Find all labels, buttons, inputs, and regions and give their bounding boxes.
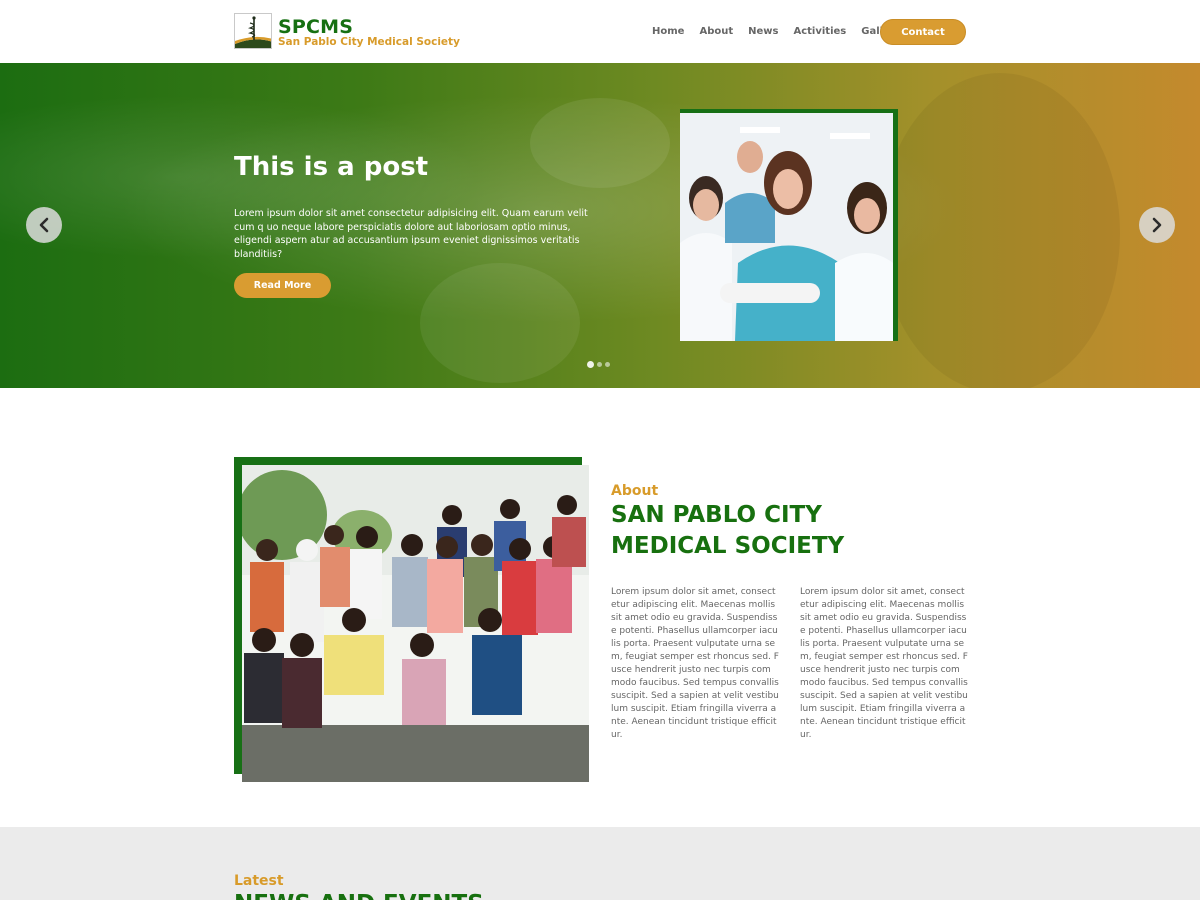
caduceus-logo-icon[interactable] [234, 13, 272, 49]
hero-title: This is a post [234, 152, 429, 182]
slider-prev-button[interactable] [26, 207, 62, 243]
chevron-left-icon [39, 217, 49, 233]
about-text-column-1: Lorem ipsum dolor sit amet, consectetur … [611, 587, 779, 740]
main-nav: Home About News Activities Gallery [652, 25, 916, 38]
about-text-column-2: Lorem ipsum dolor sit amet, consectetur … [800, 587, 968, 740]
slider-dot-3[interactable] [605, 362, 610, 367]
nav-activities[interactable]: Activities [793, 25, 846, 38]
site-header: SPCMS San Pablo City Medical Society Hom… [0, 0, 1200, 63]
latest-title: NEWS AND EVENTS [234, 889, 484, 900]
slider-dot-2[interactable] [597, 362, 602, 367]
slider-dot-1[interactable] [587, 361, 594, 368]
hero-background-image [0, 63, 1200, 388]
hero-slider: This is a post Lorem ipsum dolor sit ame… [0, 63, 1200, 388]
latest-news-section: Latest NEWS AND EVENTS [0, 827, 1200, 900]
slider-next-button[interactable] [1139, 207, 1175, 243]
contact-button[interactable]: Contact [880, 19, 966, 45]
brand-tagline: San Pablo City Medical Society [278, 36, 460, 48]
nav-about[interactable]: About [699, 25, 733, 38]
nav-home[interactable]: Home [652, 25, 684, 38]
slider-dots [587, 361, 610, 368]
read-more-button[interactable]: Read More [234, 273, 331, 298]
group-photo [242, 465, 589, 782]
brand-name[interactable]: SPCMS [278, 16, 353, 38]
about-title: SAN PABLO CITY MEDICAL SOCIETY [611, 502, 845, 559]
chevron-right-icon [1152, 217, 1162, 233]
medical-staff-photo [680, 113, 893, 341]
latest-kicker: Latest [234, 873, 284, 889]
nav-news[interactable]: News [748, 25, 778, 38]
hero-text: Lorem ipsum dolor sit amet consectetur a… [234, 208, 588, 260]
about-kicker: About [611, 483, 659, 499]
